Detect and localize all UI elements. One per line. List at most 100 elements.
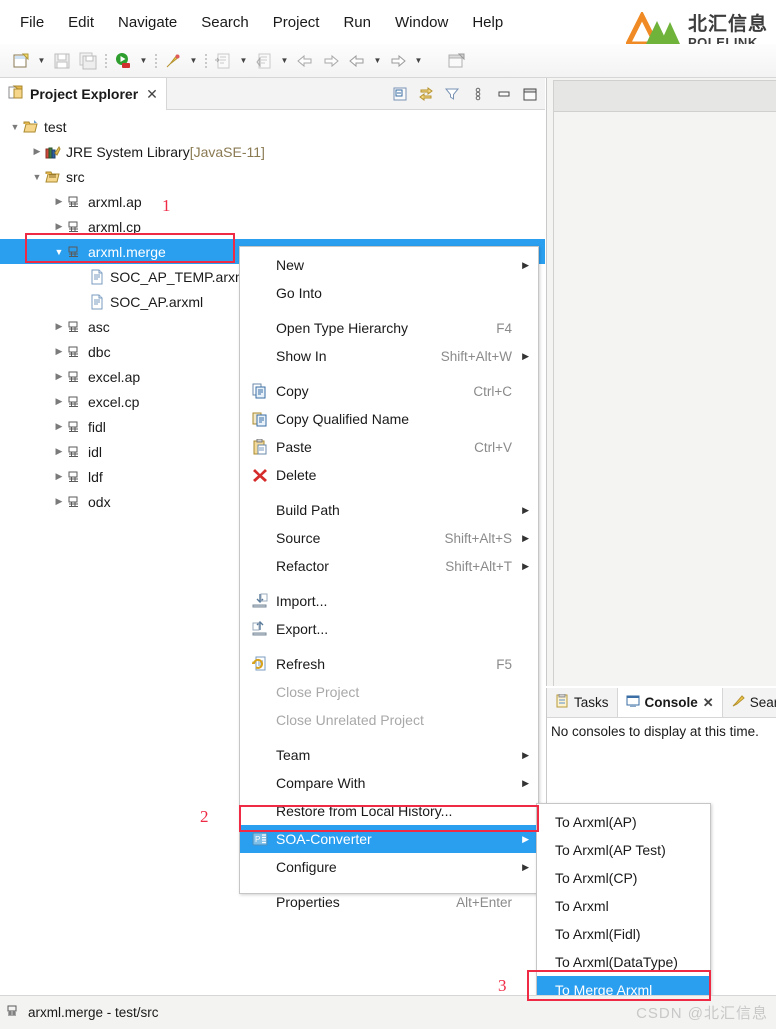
context-menu-item[interactable]: Delete: [240, 461, 538, 489]
submenu-item[interactable]: To Arxml(CP): [537, 864, 710, 892]
chevron-right-icon[interactable]: ▶: [52, 345, 66, 359]
context-menu-item[interactable]: Restore from Local History...: [240, 797, 538, 825]
chevron-down-icon[interactable]: ▼: [52, 245, 66, 259]
menu-item-window[interactable]: Window: [383, 10, 460, 35]
view-menu-icon[interactable]: [467, 83, 489, 105]
menu-item-edit[interactable]: Edit: [56, 10, 106, 35]
soa-converter-submenu[interactable]: To Arxml(AP) To Arxml(AP Test) To Arxml(CP…: [536, 803, 711, 1004]
context-menu-item[interactable]: Refresh F5: [240, 650, 538, 678]
tree-row-label: excel.cp: [88, 393, 140, 410]
new-wizard-icon[interactable]: [8, 48, 34, 74]
submenu-item[interactable]: To Arxml(DataType): [537, 948, 710, 976]
debug-icon[interactable]: [160, 48, 186, 74]
collapse-all-icon[interactable]: [389, 83, 411, 105]
context-menu-item-shortcut: Shift+Alt+T: [445, 558, 512, 574]
submenu-item[interactable]: To Arxml(AP Test): [537, 836, 710, 864]
context-menu-item[interactable]: Show In Shift+Alt+W ▶: [240, 342, 538, 370]
submenu-arrow-icon: ▶: [522, 749, 529, 760]
package-icon: [66, 468, 84, 486]
context-menu-item[interactable]: Copy Ctrl+C: [240, 377, 538, 405]
menu-item-help[interactable]: Help: [460, 10, 515, 35]
tab-tasks[interactable]: Tasks: [547, 688, 618, 717]
context-menu-item[interactable]: Import...: [240, 587, 538, 615]
chevron-right-icon[interactable]: ▶: [52, 195, 66, 209]
context-menu[interactable]: New ▶ Go Into Open Type Hierarchy F4 Show In S…: [239, 246, 539, 910]
chevron-right-icon[interactable]: ▶: [52, 220, 66, 234]
minimize-icon[interactable]: [493, 83, 515, 105]
close-icon[interactable]: ✕: [703, 695, 714, 711]
console-icon: [626, 694, 640, 711]
package-icon: [66, 493, 84, 511]
chevron-right-icon[interactable]: ▶: [52, 495, 66, 509]
chevron-down-icon[interactable]: ▼: [34, 48, 49, 74]
tree-row[interactable]: ▶ JRE System Library [JavaSE-11]: [0, 139, 545, 164]
context-menu-item[interactable]: Properties Alt+Enter: [240, 888, 538, 916]
tree-row[interactable]: ▶ arxml.ap: [0, 189, 545, 214]
menu-item-search[interactable]: Search: [189, 10, 261, 35]
tab-project-explorer[interactable]: Project Explorer ✕: [0, 78, 167, 110]
menu-item-navigate[interactable]: Navigate: [106, 10, 189, 35]
chevron-down-icon[interactable]: ▼: [411, 48, 426, 74]
chevron-down-icon[interactable]: ▼: [186, 48, 201, 74]
back-icon: [292, 48, 318, 74]
chevron-down-icon[interactable]: ▼: [277, 48, 292, 74]
link-with-editor-icon[interactable]: [415, 83, 437, 105]
context-menu-item-shortcut: F5: [496, 656, 512, 672]
context-menu-item-shortcut: Shift+Alt+W: [440, 348, 512, 364]
previous-annotation-icon[interactable]: [344, 48, 370, 74]
chevron-right-icon[interactable]: ▶: [52, 370, 66, 384]
context-menu-item[interactable]: Compare With ▶: [240, 769, 538, 797]
context-menu-item-label: Delete: [276, 467, 317, 483]
tree-row-label: SOC_AP.arxml: [110, 293, 204, 310]
context-menu-item[interactable]: Refactor Shift+Alt+T ▶: [240, 552, 538, 580]
open-perspective-icon[interactable]: [444, 48, 470, 74]
close-icon[interactable]: ✕: [146, 86, 158, 103]
tree-row[interactable]: ▼ src: [0, 164, 545, 189]
tree-row[interactable]: ▼ test: [0, 114, 545, 139]
run-icon[interactable]: [110, 48, 136, 74]
copy-icon: [250, 382, 270, 400]
menu-icon-placeholder: [250, 802, 270, 820]
menu-item-file[interactable]: File: [8, 10, 56, 35]
tree-row-suffix: [JavaSE-11]: [189, 143, 265, 160]
submenu-item[interactable]: To Arxml(Fidl): [537, 920, 710, 948]
menu-item-project[interactable]: Project: [261, 10, 332, 35]
context-menu-item[interactable]: Paste Ctrl+V: [240, 433, 538, 461]
submenu-item[interactable]: To Arxml: [537, 892, 710, 920]
context-menu-item[interactable]: Source Shift+Alt+S ▶: [240, 524, 538, 552]
chevron-down-icon[interactable]: ▼: [236, 48, 251, 74]
context-menu-item[interactable]: Go Into: [240, 279, 538, 307]
context-menu-item-label: Source: [276, 530, 321, 546]
context-menu-item[interactable]: Copy Qualified Name: [240, 405, 538, 433]
import-icon: [250, 592, 270, 610]
next-annotation-icon[interactable]: [385, 48, 411, 74]
context-menu-item[interactable]: Export...: [240, 615, 538, 643]
filter-icon[interactable]: [441, 83, 463, 105]
maximize-icon[interactable]: [519, 83, 541, 105]
chevron-right-icon[interactable]: ▶: [52, 445, 66, 459]
chevron-down-icon[interactable]: ▼: [370, 48, 385, 74]
tab-console[interactable]: Console ✕: [617, 688, 723, 717]
chevron-right-icon[interactable]: ▶: [52, 470, 66, 484]
submenu-item[interactable]: To Arxml(AP): [537, 808, 710, 836]
menu-item-run[interactable]: Run: [331, 10, 383, 35]
context-menu-item-label: Paste: [276, 439, 312, 455]
chevron-right-icon[interactable]: ▶: [52, 395, 66, 409]
menu-icon-placeholder: [250, 858, 270, 876]
menu-icon-placeholder: [250, 529, 270, 547]
chevron-right-icon[interactable]: ▶: [52, 420, 66, 434]
tree-row[interactable]: ▶ arxml.cp: [0, 214, 545, 239]
chevron-right-icon[interactable]: ▶: [52, 320, 66, 334]
context-menu-item[interactable]: Build Path ▶: [240, 496, 538, 524]
context-menu-item[interactable]: P SOA-Converter ▶: [240, 825, 538, 853]
chevron-down-icon[interactable]: ▼: [136, 48, 151, 74]
context-menu-item[interactable]: New ▶: [240, 251, 538, 279]
chevron-down-icon[interactable]: ▼: [30, 170, 44, 184]
context-menu-item[interactable]: Configure ▶: [240, 853, 538, 881]
chevron-right-icon[interactable]: ▶: [30, 145, 44, 159]
chevron-down-icon[interactable]: ▼: [8, 120, 22, 134]
context-menu-item[interactable]: Open Type Hierarchy F4: [240, 314, 538, 342]
menu-icon-placeholder: [250, 347, 270, 365]
context-menu-item[interactable]: Team ▶: [240, 741, 538, 769]
tab-search[interactable]: Search: [723, 688, 776, 717]
